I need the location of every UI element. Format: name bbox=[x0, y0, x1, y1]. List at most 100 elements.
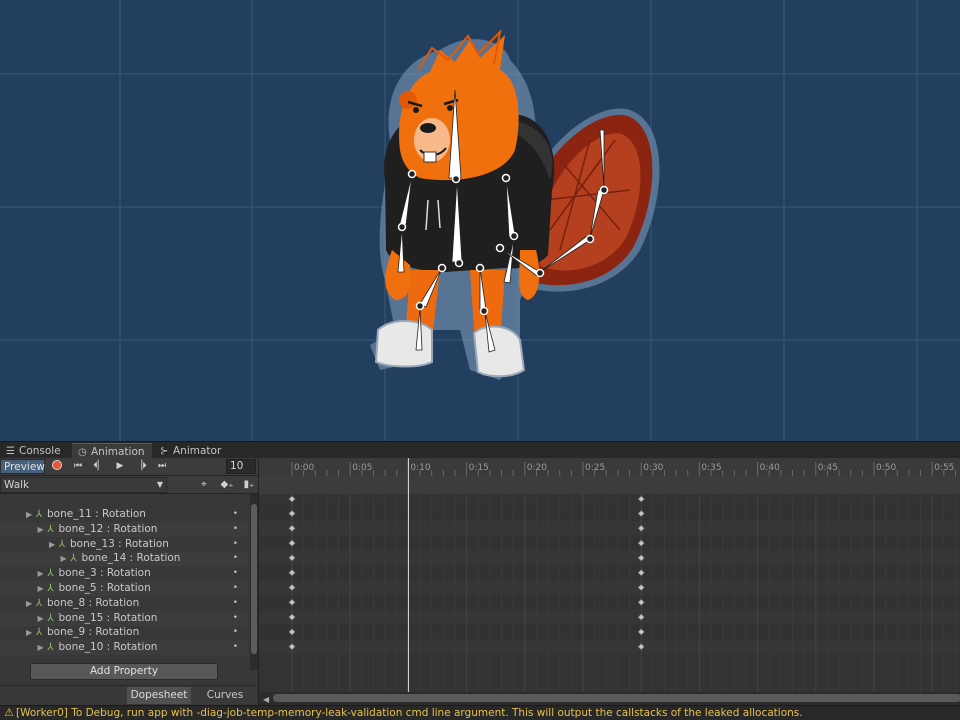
clip-dropdown[interactable]: Walk ▼ bbox=[0, 477, 167, 493]
keyframe-toggle-icon[interactable]: • bbox=[233, 596, 238, 611]
tab-animator[interactable]: ⊱ Animator bbox=[154, 443, 234, 459]
keyframe-toggle-icon[interactable]: • bbox=[233, 537, 238, 552]
record-icon bbox=[52, 459, 62, 470]
timeline-scrollbar-thumb bbox=[273, 694, 960, 702]
tab-animation[interactable]: ◷ Animation bbox=[72, 443, 152, 459]
tab-animation-label: Animation bbox=[91, 446, 145, 458]
curves-tab[interactable]: Curves bbox=[193, 687, 257, 704]
property-row[interactable]: ▶ ⅄ bone_5 : Rotation • bbox=[0, 581, 248, 596]
keyframe-toggle-icon[interactable]: • bbox=[233, 581, 238, 596]
property-row[interactable]: ▶ ⅄ bone_11 : Rotation • bbox=[0, 507, 248, 522]
step-forward-icon: ▕⏵ bbox=[135, 461, 147, 471]
property-label: bone_9 : Rotation bbox=[47, 626, 140, 639]
property-row[interactable]: ▶ ⅄ bone_10 : Rotation • bbox=[0, 640, 248, 656]
bone-icon: ⅄ bbox=[36, 597, 43, 609]
tab-console-label: Console bbox=[19, 445, 61, 457]
tab-animator-label: Animator bbox=[173, 445, 222, 457]
keyframe-toggle-icon[interactable]: • bbox=[233, 566, 238, 581]
property-label: bone_13 : Rotation bbox=[70, 537, 169, 550]
ruler-tick-label: 0:40 bbox=[760, 463, 780, 473]
property-row[interactable]: ▶ ⅄ bone_13 : Rotation • bbox=[0, 537, 248, 552]
last-key-button[interactable]: ⏭ bbox=[152, 459, 172, 474]
ruler-tick-label: 0:50 bbox=[876, 463, 896, 473]
keyframe-toggle-icon[interactable]: • bbox=[233, 611, 238, 626]
bone-icon: ⅄ bbox=[47, 523, 54, 535]
property-row[interactable]: ▶ ⅄ bone_8 : Rotation • bbox=[0, 596, 248, 611]
play-button[interactable]: ▶ bbox=[110, 459, 130, 474]
dopesheet-timeline[interactable]: 0:00 0:05 0:10 0:15 0:20 0:25 0:30 0:35 0:40 0:45… bbox=[258, 458, 960, 705]
timeline-canvas[interactable]: 0:00 0:05 0:10 0:15 0:20 0:25 0:30 0:35 0:40 0:45… bbox=[259, 458, 960, 705]
keyframe-toggle-icon[interactable]: • bbox=[233, 640, 238, 655]
expand-arrow-icon[interactable]: ▶ bbox=[26, 596, 36, 611]
record-button[interactable] bbox=[47, 459, 67, 474]
status-bar[interactable]: ⚠ [Worker0] To Debug, run app with -diag-… bbox=[0, 705, 960, 720]
scroll-left-icon: ◀ bbox=[263, 695, 270, 704]
property-row[interactable]: ▶ ⅄ bone_15 : Rotation • bbox=[0, 610, 248, 626]
property-row[interactable]: ▶ ⅄ bone_3 : Rotation • bbox=[0, 566, 248, 581]
add-keyframe-button[interactable]: ◆₊ bbox=[216, 477, 238, 493]
timeline-row bbox=[259, 624, 960, 640]
animation-panel: ☰ Console ◷ Animation ⊱ Animator Preview ⏮ … bbox=[0, 441, 960, 705]
scrollbar-thumb[interactable] bbox=[251, 504, 257, 654]
ruler-tick-label: 0:05 bbox=[352, 463, 372, 473]
ruler-tick-label: 0:15 bbox=[469, 463, 489, 473]
tab-console[interactable]: ☰ Console bbox=[0, 443, 70, 459]
bone-icon: ⅄ bbox=[47, 583, 54, 594]
crosshair-icon: ⌖ bbox=[201, 479, 207, 490]
expand-arrow-icon[interactable]: ▶ bbox=[49, 537, 59, 552]
dopesheet-tab[interactable]: Dopesheet bbox=[127, 687, 191, 704]
keyframe-toggle-icon[interactable]: • bbox=[233, 551, 238, 566]
status-message: [Worker0] To Debug, run app with -diag-j… bbox=[16, 707, 803, 719]
ruler-tick-label: 0:30 bbox=[643, 463, 663, 473]
ruler-tick-label: 0:35 bbox=[701, 463, 721, 473]
property-row[interactable]: ▶ ⅄ bone_9 : Rotation • bbox=[0, 625, 248, 640]
expand-arrow-icon[interactable]: ▶ bbox=[38, 566, 48, 581]
property-row[interactable]: ▶ ⅄ bone_14 : Rotation • bbox=[0, 551, 248, 567]
bone-icon: ⅄ bbox=[36, 509, 43, 520]
beaver-sprite[interactable] bbox=[370, 29, 660, 381]
timeline-row bbox=[259, 639, 960, 654]
first-key-button[interactable]: ⏮ bbox=[68, 459, 88, 474]
warning-icon: ⚠ bbox=[4, 706, 14, 719]
clip-toolbar: Walk ▼ ⌖ ◆₊ ▮₊ bbox=[0, 476, 258, 494]
add-property-button[interactable]: Add Property bbox=[30, 663, 218, 680]
expand-arrow-icon[interactable]: ▶ bbox=[61, 551, 71, 566]
timeline-row bbox=[259, 594, 960, 610]
timeline-row bbox=[259, 609, 960, 625]
property-label: bone_14 : Rotation bbox=[81, 552, 181, 565]
scene-canvas bbox=[0, 0, 960, 441]
keyframe-toggle-icon[interactable]: • bbox=[233, 625, 238, 640]
property-row[interactable]: ▶ ⅄ bone_12 : Rotation • bbox=[0, 521, 248, 537]
timeline-row bbox=[259, 550, 960, 566]
bone-icon: ⅄ bbox=[47, 642, 54, 654]
expand-arrow-icon[interactable]: ▶ bbox=[38, 640, 48, 655]
timeline-row bbox=[259, 580, 960, 595]
expand-arrow-icon[interactable]: ▶ bbox=[38, 522, 48, 537]
frame-input[interactable]: 10 bbox=[226, 459, 256, 474]
next-key-button[interactable]: ▕⏵ bbox=[131, 459, 151, 474]
scene-view[interactable] bbox=[0, 0, 960, 441]
ruler-tick-label: 0:20 bbox=[527, 463, 547, 473]
tab-bar: ☰ Console ◷ Animation ⊱ Animator bbox=[0, 441, 960, 459]
keyframe-toggle-icon[interactable]: • bbox=[233, 522, 238, 537]
timeline-row bbox=[259, 506, 960, 521]
preview-button[interactable]: Preview bbox=[0, 459, 45, 474]
expand-arrow-icon[interactable]: ▶ bbox=[26, 625, 36, 640]
property-label: bone_5 : Rotation bbox=[58, 582, 151, 594]
prev-key-button[interactable]: ⏴▏ bbox=[89, 459, 109, 474]
add-event-icon: ▮₊ bbox=[243, 479, 255, 490]
add-keyframe-icon: ◆₊ bbox=[220, 479, 234, 490]
filter-keyframes-button[interactable]: ⌖ bbox=[193, 477, 215, 493]
ruler-tick-label: 0:55 bbox=[934, 463, 954, 473]
bone-icon: ⅄ bbox=[47, 612, 54, 624]
keyframe-toggle-icon[interactable]: • bbox=[233, 507, 238, 522]
timeline-row bbox=[259, 565, 960, 580]
bone-icon: ⅄ bbox=[36, 627, 43, 639]
property-list-scrollbar[interactable] bbox=[250, 494, 258, 670]
expand-arrow-icon[interactable]: ▶ bbox=[26, 507, 36, 522]
expand-arrow-icon[interactable]: ▶ bbox=[38, 611, 48, 626]
bone-icon: ⅄ bbox=[70, 553, 77, 565]
expand-arrow-icon[interactable]: ▶ bbox=[38, 581, 48, 596]
bone-icon: ⅄ bbox=[47, 568, 54, 580]
add-event-button[interactable]: ▮₊ bbox=[238, 477, 260, 493]
